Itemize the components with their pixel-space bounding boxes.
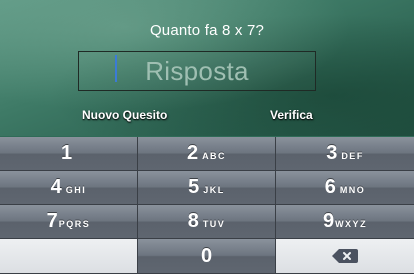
key-5[interactable]: 5 JKL: [138, 171, 276, 205]
key-digit: 0: [200, 244, 213, 267]
answer-field[interactable]: Risposta: [78, 51, 316, 91]
text-cursor: [115, 55, 117, 82]
key-4[interactable]: 4 GHI: [0, 171, 138, 205]
key-letters: GHI: [65, 184, 87, 195]
key-7[interactable]: 7 PQRS: [0, 205, 138, 239]
key-digit: 3: [326, 142, 338, 164]
question-text: Quanto fa 8 x 7?: [149, 22, 265, 39]
key-letters: ABC: [202, 150, 227, 161]
key-1[interactable]: 1: [0, 137, 138, 171]
key-letters: JKL: [203, 184, 225, 195]
delete-key[interactable]: [276, 239, 414, 274]
numeric-keypad: 1 2 ABC 3 DEF 4 GHI 5 JKL 6 MNO 7 PQRS 8…: [0, 137, 414, 274]
key-digit: 9: [322, 210, 335, 232]
check-button[interactable]: Verifica: [270, 108, 313, 122]
blank-key: [0, 239, 138, 274]
key-letters: DEF: [341, 150, 364, 161]
backspace-icon: [332, 249, 358, 263]
key-letters: TUV: [202, 218, 226, 229]
key-letters: MNO: [339, 184, 366, 195]
key-digit: 4: [50, 176, 62, 198]
key-digit: 6: [324, 176, 336, 198]
key-8[interactable]: 8 TUV: [138, 205, 276, 239]
key-9[interactable]: 9 WXYZ: [276, 205, 414, 239]
new-question-button[interactable]: Nuovo Quesito: [82, 108, 167, 122]
quiz-app: Quanto fa 8 x 7? Risposta Nuovo Quesito …: [0, 0, 414, 274]
key-3[interactable]: 3 DEF: [276, 137, 414, 171]
key-digit: 2: [186, 142, 199, 164]
answer-placeholder: Risposta: [145, 55, 249, 86]
chalkboard-area: Quanto fa 8 x 7? Risposta Nuovo Quesito …: [0, 0, 414, 136]
key-digit: 5: [188, 176, 200, 198]
key-letters: PQRS: [58, 218, 91, 229]
key-6[interactable]: 6 MNO: [276, 171, 414, 205]
key-digit: 8: [187, 210, 199, 232]
key-0[interactable]: 0: [138, 239, 276, 274]
key-letters: WXYZ: [335, 218, 368, 229]
key-digit: 7: [46, 210, 58, 232]
key-2[interactable]: 2 ABC: [138, 137, 276, 171]
key-digit: 1: [60, 142, 73, 164]
